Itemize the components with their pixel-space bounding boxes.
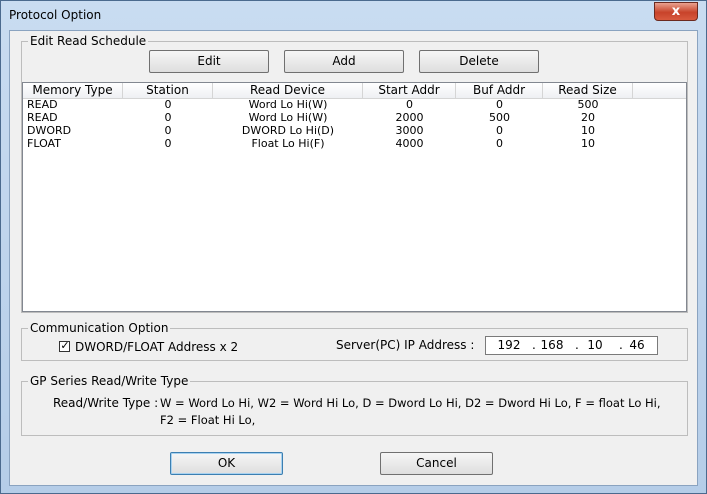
dword-float-checkbox[interactable]: ✓ — [59, 339, 70, 352]
read-write-type-prefix: Read/Write Type : — [53, 396, 159, 410]
column-header-memory-type[interactable]: Memory Type — [23, 83, 123, 98]
dword-float-checkbox-label[interactable]: DWORD/FLOAT Address x 2 — [75, 340, 238, 354]
cell-read-device: Float Lo Hi(F) — [251, 137, 325, 150]
list-header: Memory Type Station Read Device Start Ad… — [23, 83, 686, 99]
read-schedule-list[interactable]: Memory Type Station Read Device Start Ad… — [22, 82, 687, 312]
cell-memory-type: FLOAT — [27, 137, 61, 150]
protocol-option-dialog: Protocol Option x Edit Read Schedule Edi… — [0, 0, 707, 494]
title-bar[interactable]: Protocol Option x — [1, 1, 706, 29]
delete-button[interactable]: Delete — [419, 50, 539, 73]
ip-octet-4[interactable]: 46 — [617, 338, 657, 353]
cell-start-addr: 4000 — [395, 137, 424, 150]
cell-read-size: 10 — [581, 137, 595, 150]
column-header-start-addr[interactable]: Start Addr — [363, 83, 456, 98]
cell-buf-addr: 0 — [496, 137, 503, 150]
edit-button[interactable]: Edit — [149, 50, 269, 73]
read-write-type-line-1: W = Word Lo Hi, W2 = Word Hi Lo, D = Dwo… — [160, 396, 661, 410]
communication-option-group: Communication Option ✓ DWORD/FLOAT Addre… — [21, 321, 688, 361]
ok-button[interactable]: OK — [170, 452, 283, 475]
gp-series-group: GP Series Read/Write Type Read/Write Typ… — [21, 374, 688, 436]
column-header-buf-addr[interactable]: Buf Addr — [456, 83, 543, 98]
server-ip-label: Server(PC) IP Address : — [336, 338, 475, 352]
edit-read-schedule-group: Edit Read Schedule Edit Add Delete Memor… — [21, 34, 688, 313]
ip-octet-1[interactable]: 192 — [489, 338, 529, 353]
column-header-read-size[interactable]: Read Size — [543, 83, 633, 98]
checkmark-icon: ✓ — [60, 339, 70, 352]
column-header-read-device[interactable]: Read Device — [213, 83, 363, 98]
edit-read-schedule-label: Edit Read Schedule — [28, 34, 149, 48]
window-title: Protocol Option — [9, 8, 102, 22]
ip-octet-3[interactable]: 10 — [575, 338, 615, 353]
cancel-button[interactable]: Cancel — [380, 452, 493, 475]
server-ip-address-field[interactable]: 192 . 168 . 10 . 46 — [485, 336, 658, 355]
add-button[interactable]: Add — [284, 50, 404, 73]
communication-option-label: Communication Option — [28, 321, 171, 335]
close-button[interactable]: x — [654, 2, 698, 21]
cell-station: 0 — [164, 137, 172, 150]
close-icon: x — [671, 4, 681, 19]
ip-octet-2[interactable]: 168 — [532, 338, 572, 353]
column-header-station[interactable]: Station — [123, 83, 213, 98]
dialog-client-area: Edit Read Schedule Edit Add Delete Memor… — [9, 30, 698, 486]
gp-series-label: GP Series Read/Write Type — [28, 374, 191, 388]
read-write-type-line-2: F2 = Float Hi Lo, — [160, 413, 256, 427]
table-row[interactable]: FLOAT 0 Float Lo Hi(F) 4000 0 10 — [23, 138, 686, 151]
